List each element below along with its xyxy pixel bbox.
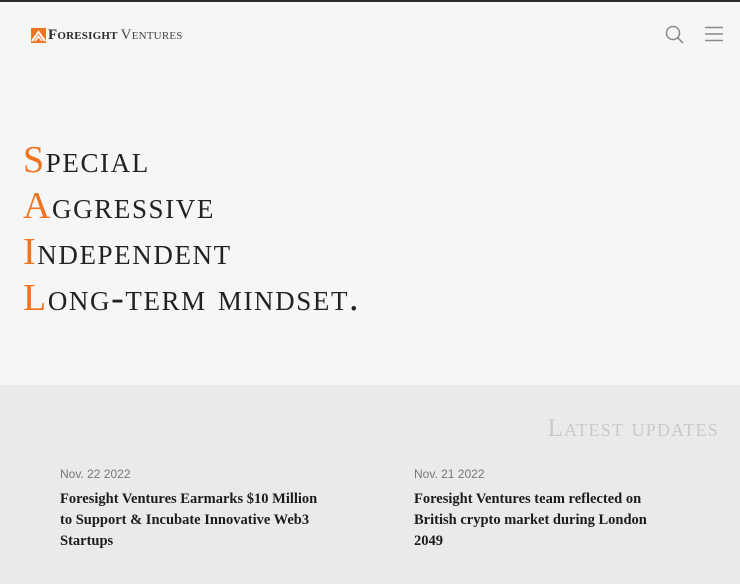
logo-mark-icon: [31, 27, 46, 43]
hero-initial: S: [23, 139, 46, 181]
brand-logo[interactable]: Foresight Ventures: [31, 26, 183, 44]
news-date: Nov. 22 2022: [60, 467, 131, 481]
latest-updates-section: Latest updates Nov. 22 2022 Foresight Ve…: [0, 385, 740, 584]
section-title: Latest updates: [547, 415, 719, 442]
hero-rest: ggressive: [52, 185, 215, 227]
hero-initial: I: [23, 231, 38, 273]
brand-name-light: Ventures: [120, 27, 183, 43]
hero-line-long-term: Long-term mindset.: [23, 276, 360, 322]
hero-line-special: Special: [23, 138, 360, 184]
news-title-link[interactable]: Foresight Ventures Earmarks $10 Million …: [60, 489, 330, 552]
search-icon: [665, 25, 684, 44]
hero-rest: ndependent: [37, 231, 232, 273]
news-card[interactable]: Nov. 21 2022 Foresight Ventures team ref…: [414, 467, 659, 552]
hero-line-aggressive: Aggressive: [23, 184, 360, 230]
search-button[interactable]: [664, 24, 686, 46]
menu-button[interactable]: [703, 24, 725, 46]
hero-line-independent: Independent: [23, 230, 360, 276]
hero-tagline: Special Aggressive Independent Long-term…: [23, 138, 360, 322]
hero-rest: pecial: [45, 139, 150, 181]
brand-name-bold: Foresight: [48, 27, 118, 43]
hero-initial: L: [23, 277, 48, 319]
hero-rest: ong-term mindset.: [47, 277, 361, 319]
hamburger-menu-icon: [705, 26, 723, 42]
hero-initial: A: [23, 185, 53, 227]
news-title-link[interactable]: Foresight Ventures team reflected on Bri…: [414, 489, 659, 552]
news-date: Nov. 21 2022: [414, 467, 485, 481]
news-card[interactable]: Nov. 22 2022 Foresight Ventures Earmarks…: [60, 467, 330, 552]
top-border: [0, 0, 740, 2]
